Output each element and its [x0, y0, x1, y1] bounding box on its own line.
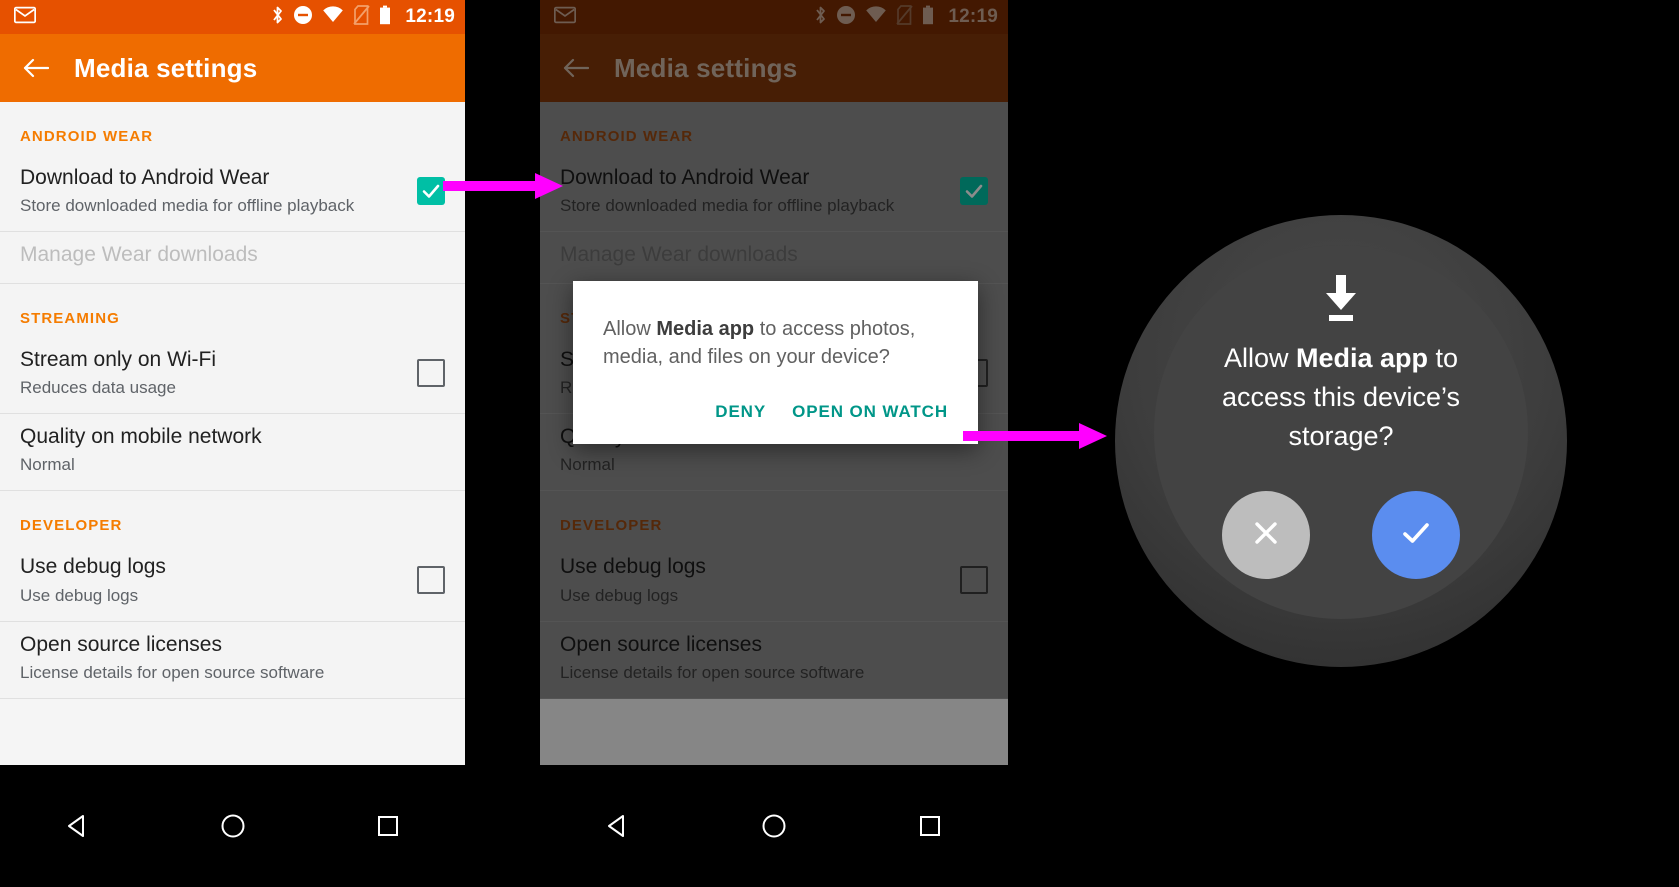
watch-device: Allow Media app to access this device’s … — [1115, 215, 1567, 667]
settings-row[interactable]: Stream only on Wi-Fi Reduces data usage — [0, 337, 465, 413]
status-bar-left — [13, 6, 271, 29]
watch-message: Allow Media app to access this device’s … — [1191, 339, 1491, 456]
settings-row-checkbox[interactable] — [417, 358, 445, 387]
dialog-message-app: Media app — [656, 318, 755, 340]
settings-row[interactable]: Use debug logs Use debug logs — [0, 544, 465, 620]
settings-row-subtitle: Store downloaded media for offline playb… — [20, 196, 355, 216]
recents-square-icon[interactable] — [913, 809, 947, 843]
watch-buttons — [1154, 491, 1528, 579]
no-sim-icon — [353, 4, 371, 30]
settings-row-subtitle: Reduces data usage — [20, 377, 176, 397]
watch-message-prefix: Allow — [1223, 343, 1296, 373]
settings-row-checkbox[interactable] — [417, 177, 445, 206]
wifi-icon — [322, 6, 344, 28]
flow-arrow-2 — [963, 422, 1109, 455]
watch-allow-button[interactable] — [1372, 491, 1460, 579]
back-triangle-icon[interactable] — [601, 809, 635, 843]
settings-row-title: Use debug logs — [20, 555, 166, 579]
home-circle-icon[interactable] — [216, 809, 250, 843]
status-bar-right: 12:19 — [271, 4, 455, 30]
settings-row-texts: Manage Wear downloads — [20, 242, 445, 268]
permission-dialog: Allow Media app to access photos, media,… — [573, 281, 978, 444]
section-header: ANDROID WEAR — [20, 128, 154, 145]
recents-square-icon[interactable] — [371, 809, 405, 843]
settings-row-title: Stream only on Wi-Fi — [20, 347, 217, 371]
bluetooth-icon — [271, 5, 284, 30]
phone-screen-before: 12:19 Media settings ANDROID WEAR Downloa… — [0, 0, 465, 887]
watch-message-app: Media app — [1295, 343, 1429, 373]
settings-row[interactable]: Download to Android Wear Store downloaded… — [0, 155, 465, 231]
settings-row-subtitle: License details for open source software — [20, 662, 325, 682]
settings-row-title: Manage Wear downloads — [20, 243, 258, 267]
section-header: DEVELOPER — [20, 517, 123, 535]
watch-deny-button[interactable] — [1222, 491, 1310, 579]
check-icon — [1398, 515, 1434, 556]
settings-row-title: Quality on mobile network — [20, 424, 262, 448]
app-bar: Media settings — [0, 34, 465, 102]
settings-row[interactable]: Quality on mobile network Normal — [0, 414, 465, 490]
settings-row-subtitle: Use debug logs — [20, 585, 139, 605]
battery-icon — [379, 5, 391, 30]
list-divider — [0, 697, 465, 699]
watch-permission-screen: Allow Media app to access this device’s … — [1154, 245, 1528, 619]
nav-bar — [0, 765, 465, 887]
settings-row-texts: Open source licenses License details for … — [20, 632, 445, 684]
settings-row-texts: Quality on mobile network Normal — [20, 424, 445, 476]
dialog-message: Allow Media app to access photos, media,… — [603, 315, 948, 372]
close-icon — [1249, 516, 1283, 555]
page-title: Media settings — [74, 52, 258, 83]
home-circle-icon[interactable] — [757, 809, 791, 843]
open-on-watch-button[interactable]: OPEN ON WATCH — [792, 402, 948, 422]
gmail-icon — [13, 6, 37, 29]
nav-bar-dimmed — [540, 765, 1008, 887]
settings-row-checkbox[interactable] — [417, 566, 445, 595]
settings-row-texts: Stream only on Wi-Fi Reduces data usage — [20, 347, 405, 399]
settings-row-texts: Download to Android Wear Store downloaded… — [20, 165, 405, 217]
status-bar-clock: 12:19 — [405, 6, 455, 27]
back-triangle-icon[interactable] — [61, 809, 95, 843]
settings-row: Manage Wear downloads — [0, 232, 465, 282]
dialog-message-prefix: Allow — [603, 318, 657, 340]
back-arrow-icon[interactable] — [16, 48, 56, 88]
settings-row-subtitle: Normal — [20, 455, 75, 475]
section-header: STREAMING — [20, 309, 120, 327]
flow-arrow-1 — [443, 172, 565, 205]
settings-row[interactable]: Open source licenses License details for … — [0, 622, 465, 698]
download-icon — [1318, 275, 1364, 323]
do-not-disturb-icon — [293, 5, 313, 30]
phone-screen-dialog: 12:19 Media settings ANDROID WEAR Downloa… — [540, 0, 1008, 887]
settings-row-title: Open source licenses — [20, 632, 222, 656]
settings-row-texts: Use debug logs Use debug logs — [20, 554, 405, 606]
settings-list: ANDROID WEAR Download to Android Wear Stor… — [0, 102, 465, 699]
deny-button[interactable]: DENY — [715, 402, 766, 422]
status-bar: 12:19 — [0, 0, 465, 34]
settings-row-title: Download to Android Wear — [20, 166, 270, 189]
dialog-actions: DENY OPEN ON WATCH — [603, 372, 948, 444]
